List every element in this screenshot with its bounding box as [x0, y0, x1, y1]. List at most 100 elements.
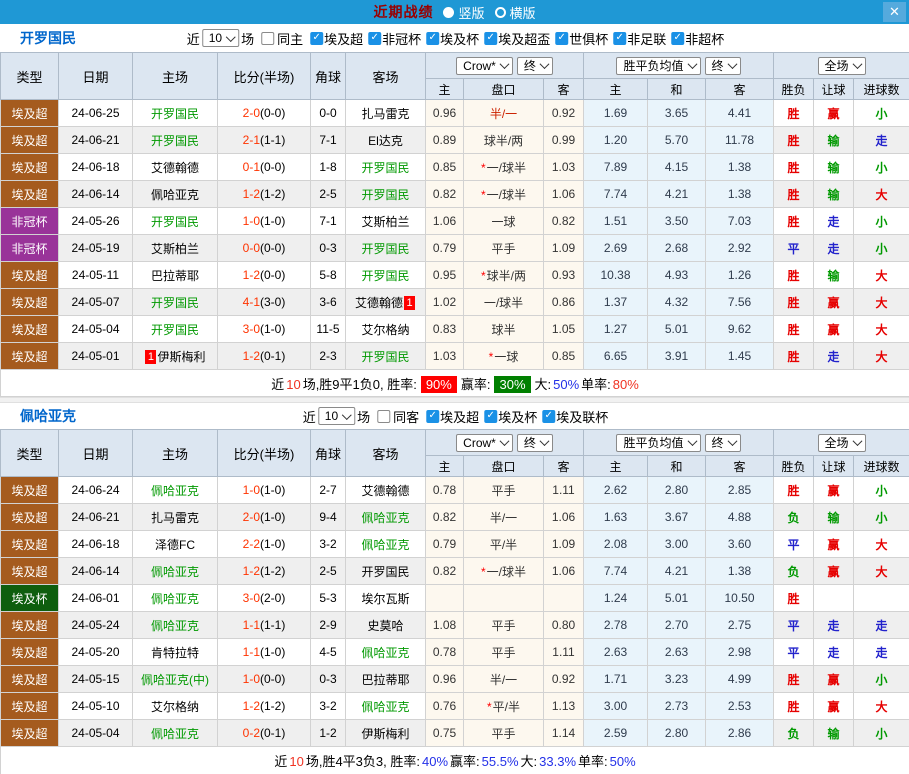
ah-away-odds: 1.09 [543, 234, 584, 262]
league-checkbox[interactable]: ✓ [484, 31, 498, 45]
europe-odds-group-header: 胜平负均值 终 [582, 52, 775, 79]
eu-home-odds: 10.38 [583, 261, 648, 289]
match-score: 1-0(0-0) [217, 665, 311, 693]
chevron-down-icon [687, 59, 697, 70]
league-checkbox[interactable]: ✓ [671, 31, 685, 45]
sub-column-header: 胜负 [773, 455, 815, 477]
fulltime-score: 3-0 [242, 322, 260, 336]
result-goals-text: 小 [875, 241, 888, 256]
home-team: 佩哈亚克 [132, 719, 218, 747]
league-checkbox[interactable]: ✓ [426, 31, 440, 45]
final-odds-select[interactable]: 终 [516, 433, 553, 452]
eu-home-odds: 1.24 [583, 584, 648, 612]
eu-home-odds: 1.51 [583, 207, 648, 235]
summary-segment: 33.3% [539, 754, 577, 769]
league-badge: 埃及超 [0, 126, 59, 154]
close-button[interactable]: ✕ [883, 2, 906, 22]
result-wdl: 平 [773, 234, 815, 262]
radio-horizontal[interactable]: 横版 [494, 3, 536, 22]
ah-line: 平手 [463, 476, 544, 504]
team-section: 佩哈亚克近 10 场同客 ✓ 埃及超 ✓ 埃及杯 ✓ 埃及联杯 类型 日期 主场 比分(半场) 角球 客场 C… [0, 403, 909, 774]
eu-home-odds: 2.78 [583, 611, 648, 639]
corner-score: 0-0 [310, 99, 346, 127]
odds-company-select[interactable]: Crow* [456, 56, 513, 75]
odds-company-select-value: Crow* [463, 435, 496, 450]
ah-home-odds: 0.85 [425, 153, 464, 181]
ah-home-odds: 0.82 [425, 557, 464, 585]
match-score: 1-2(0-1) [217, 342, 311, 370]
result-goals-text: 大 [875, 295, 888, 310]
average-odds-select[interactable]: 胜平负均值 [616, 56, 701, 75]
league-checkbox[interactable]: ✓ [555, 31, 569, 45]
final-average-select[interactable]: 终 [704, 433, 741, 452]
odds-company-select[interactable]: Crow* [456, 433, 513, 452]
fulltime-score: 3-0 [242, 591, 260, 605]
home-team: 艾德翰德 [132, 153, 218, 181]
eu-home-odds: 1.37 [583, 288, 648, 316]
away-team-name: 艾尔格纳 [361, 322, 410, 337]
league-checkbox[interactable]: ✓ [368, 31, 382, 45]
result-wdl: 平 [773, 530, 815, 558]
eu-home-odds: 2.08 [583, 530, 648, 558]
same-venue-checkbox[interactable] [377, 409, 391, 423]
match-row: 埃及超 24-05-24 佩哈亚克 1-1(1-1) 2-9 史莫哈 1.08 平手 0.80 2… [0, 611, 909, 639]
sub-column-header: 客 [543, 455, 584, 477]
final-odds-select[interactable]: 终 [516, 56, 553, 75]
average-odds-select[interactable]: 胜平负均值 [616, 433, 701, 452]
sub-column-header: 和 [647, 78, 706, 100]
match-row: 埃及超 24-06-14 佩哈亚克 1-2(1-2) 2-5 开罗国民 0.82 *一/球半 1… [0, 180, 909, 208]
radio-vertical[interactable]: 竖版 [443, 3, 485, 22]
match-score: 4-1(3-0) [217, 288, 311, 316]
full-match-select[interactable]: 全场 [817, 433, 866, 452]
column-header: 主场 [132, 429, 218, 477]
eu-draw-odds: 3.65 [647, 99, 706, 127]
fulltime-score: 4-1 [242, 295, 260, 309]
halftime-score: (3-0) [260, 295, 286, 309]
match-score: 2-2(1-0) [217, 530, 311, 558]
corner-score: 0-3 [310, 665, 346, 693]
result-goals: 走 [853, 611, 909, 639]
sub-column-header: 客 [704, 455, 775, 477]
halftime-score: (1-0) [260, 645, 286, 659]
sub-column-header: 胜负 [773, 78, 815, 100]
away-team: 开罗国民 [345, 153, 426, 181]
full-match-select[interactable]: 全场 [817, 56, 866, 75]
result-goals-text: 大 [875, 187, 888, 202]
league-checkbox[interactable]: ✓ [484, 409, 498, 423]
corner-score: 2-5 [310, 180, 346, 208]
home-team-name: 艾德翰德 [150, 160, 199, 175]
league-checkbox[interactable]: ✓ [542, 409, 556, 423]
eu-home-odds: 1.27 [583, 315, 648, 343]
league-checkbox[interactable]: ✓ [613, 31, 627, 45]
league-badge: 埃及超 [0, 665, 59, 693]
league-checkbox[interactable]: ✓ [426, 409, 440, 423]
home-team: 艾斯柏兰 [132, 234, 218, 262]
result-goals-text: 大 [875, 268, 888, 283]
home-team-name: 佩哈亚克 [150, 483, 199, 498]
ah-line: 平手 [463, 719, 544, 747]
league-badge: 埃及超 [0, 180, 59, 208]
result-handicap: 赢 [813, 692, 855, 720]
result-wdl: 胜 [773, 692, 815, 720]
match-count-select[interactable]: 10 [317, 407, 356, 425]
final-average-select[interactable]: 终 [704, 56, 741, 75]
league-badge: 埃及超 [0, 719, 59, 747]
same-venue-label: 同客 [393, 409, 420, 425]
corner-score: 5-3 [310, 584, 346, 612]
result-goals: 小 [853, 207, 909, 235]
same-venue-checkbox[interactable] [261, 31, 275, 45]
league-checkbox-label: 埃及超盃 [498, 31, 551, 47]
home-team-name: 伊斯梅利 [157, 349, 206, 364]
home-team: 泽德FC [132, 530, 218, 558]
check-icon: ✓ [312, 32, 321, 43]
chevron-down-icon [687, 436, 697, 447]
match-count-select[interactable]: 10 [201, 29, 240, 47]
ah-away-odds: 0.92 [543, 99, 584, 127]
match-score: 2-0(0-0) [217, 99, 311, 127]
result-wdl-text: 平 [787, 645, 800, 660]
league-checkbox[interactable]: ✓ [310, 31, 324, 45]
result-wdl-text: 胜 [787, 133, 800, 148]
summary-segment: 30% [494, 375, 531, 393]
team-name: 开罗国民 [20, 30, 76, 46]
corner-score: 7-1 [310, 207, 346, 235]
